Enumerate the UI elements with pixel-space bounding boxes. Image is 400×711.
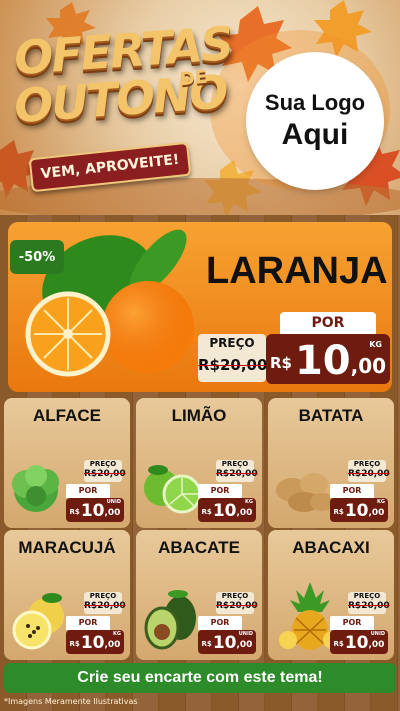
old-price-label: PREÇO (89, 592, 117, 600)
logo-placeholder[interactable]: Sua Logo Aqui (250, 56, 380, 186)
old-price-box: PREÇO R$20,00 (84, 592, 126, 614)
featured-new-price: R$ 10 ,00 KG (266, 334, 390, 384)
featured-new-label: POR (280, 312, 376, 334)
featured-old-price-box: PREÇO R$20,00 (198, 334, 268, 382)
currency: R$ (333, 508, 344, 516)
price-dec: ,00 (104, 640, 121, 650)
price-int: 10 (212, 633, 237, 653)
discount-badge: -50% (10, 240, 64, 274)
new-price: R$ 10 ,00 KG (198, 498, 256, 522)
old-price-box: PREÇO R$20,00 (348, 460, 390, 482)
price-dec: ,00 (236, 508, 253, 518)
product-name: LIMÃO (171, 406, 227, 425)
product-name: BATATA (298, 406, 364, 425)
currency: R$ (69, 508, 80, 516)
featured-price-dec: ,00 (350, 354, 387, 378)
price-dec: ,00 (104, 508, 121, 518)
price-int: 10 (344, 633, 369, 653)
old-price: R$20,00 (348, 601, 390, 611)
logo-text-line2: Aqui (281, 118, 349, 151)
new-price-label: POR (198, 484, 242, 498)
price-int: 10 (80, 633, 105, 653)
product-card[interactable]: ABACATE PREÇO R$20,00 POR R$ 10 ,00 UNID (136, 530, 262, 660)
new-price: R$ 10 ,00 KG (330, 498, 388, 522)
featured-product-name: LARANJA (206, 250, 388, 292)
currency: R$ (201, 640, 212, 648)
old-price-label: PREÇO (353, 460, 381, 468)
price-int: 10 (80, 501, 105, 521)
old-price-label: PREÇO (221, 592, 249, 600)
price-unit: UNID (370, 631, 385, 637)
currency: R$ (333, 640, 344, 648)
price-unit: KG (245, 499, 253, 505)
product-name: ABACATE (158, 538, 240, 557)
new-price: R$ 10 ,00 UNID (66, 498, 124, 522)
price-unit: KG (377, 499, 385, 505)
new-price: R$ 10 ,00 UNID (330, 630, 388, 654)
new-price: R$ 10 ,00 UNID (198, 630, 256, 654)
price-dec: ,00 (368, 640, 385, 650)
product-card[interactable]: LIMÃO PREÇO R$20,00 POR R$ 10 ,00 KG (136, 398, 262, 528)
price-dec: ,00 (236, 640, 253, 650)
logo-text-line1: Sua Logo (264, 90, 366, 115)
title-de: DE (178, 66, 209, 91)
old-price-label: PREÇO (221, 460, 249, 468)
product-name: ALFACE (33, 406, 101, 425)
price-int: 10 (212, 501, 237, 521)
featured-currency: R$ (269, 354, 292, 372)
old-price: R$20,00 (216, 469, 258, 479)
featured-old-price: R$20,00 (198, 356, 268, 374)
old-price-box: PREÇO R$20,00 (216, 592, 258, 614)
header-banner: OFERTAS OUTONO DE VEM, APROVEITE! Sua Lo… (0, 0, 400, 215)
old-price: R$20,00 (216, 601, 258, 611)
price-unit: UNID (238, 631, 253, 637)
price-dec: ,00 (368, 508, 385, 518)
product-card[interactable]: MARACUJÁ PREÇO R$20,00 POR R$ 10 ,00 KG (4, 530, 130, 660)
featured-unit: KG (369, 340, 382, 349)
old-price-label: PREÇO (89, 460, 117, 468)
old-price-label: PREÇO (353, 592, 381, 600)
product-name: MARACUJÁ (18, 538, 116, 557)
featured-old-label: PREÇO (209, 336, 255, 350)
new-price: R$ 10 ,00 KG (66, 630, 124, 654)
old-price: R$20,00 (348, 469, 390, 479)
price-int: 10 (344, 501, 369, 521)
old-price-box: PREÇO R$20,00 (348, 592, 390, 614)
currency: R$ (69, 640, 80, 648)
new-price-label: POR (330, 484, 374, 498)
price-unit: KG (113, 631, 121, 637)
old-price-box: PREÇO R$20,00 (84, 460, 126, 482)
new-price-label: POR (66, 616, 110, 630)
new-price-label: POR (66, 484, 110, 498)
footnote: *Imagens Meramente Ilustrativas (4, 697, 138, 706)
flyer: OFERTAS OUTONO DE VEM, APROVEITE! Sua Lo… (0, 0, 400, 711)
product-card[interactable]: BATATA PREÇO R$20,00 POR R$ 10 ,00 KG (268, 398, 394, 528)
old-price-box: PREÇO R$20,00 (216, 460, 258, 482)
cta-banner[interactable]: Crie seu encarte com este tema! (4, 663, 396, 693)
new-price-label: POR (198, 616, 242, 630)
featured-price-int: 10 (294, 338, 351, 384)
currency: R$ (201, 508, 212, 516)
old-price: R$20,00 (84, 469, 126, 479)
price-unit: UNID (106, 499, 121, 505)
product-card[interactable]: ALFACE PREÇO R$20,00 POR R$ 10 ,00 UNID (4, 398, 130, 528)
product-card[interactable]: ABACAXI PREÇO R$20,00 POR R$ 10 ,00 UNID (268, 530, 394, 660)
new-price-label: POR (330, 616, 374, 630)
product-name: ABACAXI (292, 538, 370, 557)
old-price: R$20,00 (84, 601, 126, 611)
